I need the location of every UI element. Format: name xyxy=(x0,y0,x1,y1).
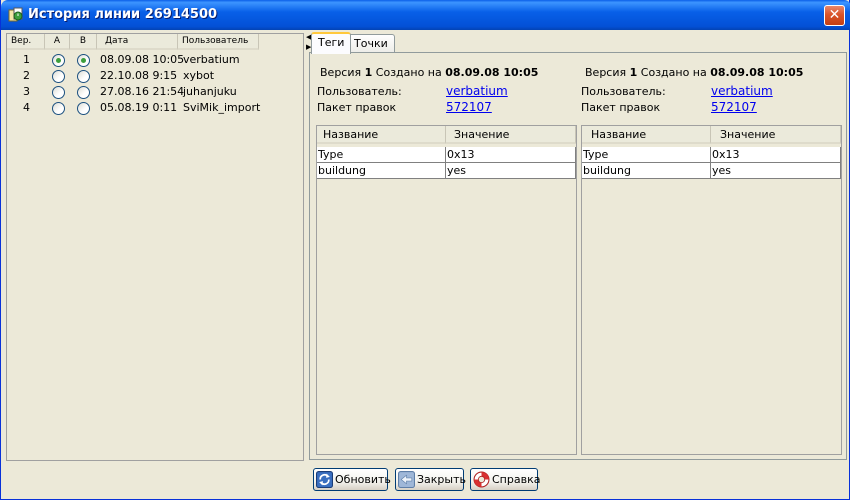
radio-a[interactable] xyxy=(52,54,65,67)
tag-key: Type xyxy=(317,147,446,162)
left-version-number: 1 xyxy=(364,66,373,79)
left-created-label: Создано на xyxy=(375,66,442,79)
version-history-list: Вер. A B Дата Пользователь 1 08.09.08 10… xyxy=(6,33,304,461)
radio-a[interactable] xyxy=(52,86,65,99)
row-version: 2 xyxy=(23,69,30,82)
tag-value: 0x13 xyxy=(446,147,576,162)
left-version-prefix: Версия xyxy=(320,66,362,79)
window-title: История линии 26914500 xyxy=(28,7,218,22)
row-date: 22.10.08 9:15 xyxy=(100,69,178,82)
history-window: История линии 26914500 ✕ Вер. A B Дата П… xyxy=(0,0,850,500)
row-user: juhanjuku xyxy=(183,85,237,98)
history-icon xyxy=(8,7,23,22)
left-changeset-label: Пакет правок xyxy=(317,101,397,114)
history-row[interactable]: 4 05.08.19 0:11 SviMik_import xyxy=(7,100,303,116)
row-user: SviMik_import xyxy=(183,101,261,114)
right-user-label: Пользователь: xyxy=(581,85,666,98)
tag-value: yes xyxy=(711,163,841,178)
right-column-header-name[interactable]: Название xyxy=(582,126,711,144)
left-user-label: Пользователь: xyxy=(317,85,402,98)
right-version-number: 1 xyxy=(629,66,638,79)
row-version: 3 xyxy=(23,85,30,98)
row-version: 1 xyxy=(23,53,30,66)
close-arrow-icon xyxy=(398,471,415,488)
close-button-label: Закрыть xyxy=(417,473,466,486)
left-column-header-name[interactable]: Название xyxy=(317,126,446,144)
right-changeset-link[interactable]: 572107 xyxy=(711,100,757,114)
window-close-button[interactable]: ✕ xyxy=(824,5,845,26)
tag-key: buildung xyxy=(317,163,446,178)
history-row[interactable]: 1 08.09.08 10:05 verbatium xyxy=(7,52,303,68)
left-created-date: 08.09.08 10:05 xyxy=(445,66,539,79)
row-user: verbatium xyxy=(183,53,240,66)
tag-value: yes xyxy=(446,163,576,178)
column-header-ver[interactable]: Вер. xyxy=(7,34,45,50)
column-header-a[interactable]: A xyxy=(45,34,70,50)
row-date: 05.08.19 0:11 xyxy=(100,101,178,114)
history-row[interactable]: 2 22.10.08 9:15 xybot xyxy=(7,68,303,84)
column-header-user[interactable]: Пользователь xyxy=(178,34,259,50)
table-row[interactable]: buildung yes xyxy=(582,163,841,179)
help-button-label: Справка xyxy=(492,473,541,486)
table-row[interactable]: buildung yes xyxy=(317,163,576,179)
left-user-link[interactable]: verbatium xyxy=(446,84,508,98)
close-button[interactable]: Закрыть xyxy=(395,468,466,491)
right-created-label: Создано на xyxy=(640,66,707,79)
tag-key: buildung xyxy=(582,163,711,178)
column-header-date[interactable]: Дата xyxy=(97,34,178,50)
title-bar[interactable]: История линии 26914500 ✕ xyxy=(1,0,850,30)
right-tags-table: Название Значение Type 0x13 buildung yes xyxy=(581,125,842,455)
table-row[interactable]: Type 0x13 xyxy=(582,147,841,163)
column-header-b[interactable]: B xyxy=(70,34,97,50)
left-version-header: Версия 1 Создано на 08.09.08 10:05 xyxy=(320,66,538,79)
help-button[interactable]: Справка xyxy=(470,468,541,491)
row-date: 27.08.16 21:54 xyxy=(100,85,185,98)
row-version: 4 xyxy=(23,101,30,114)
row-date: 08.09.08 10:05 xyxy=(100,53,185,66)
right-version-header: Версия 1 Создано на 08.09.08 10:05 xyxy=(585,66,803,79)
right-version-prefix: Версия xyxy=(585,66,627,79)
refresh-button[interactable]: Обновить xyxy=(313,468,391,491)
radio-a[interactable] xyxy=(52,102,65,115)
left-changeset-link[interactable]: 572107 xyxy=(446,100,492,114)
tag-key: Type xyxy=(582,147,711,162)
right-changeset-label: Пакет правок xyxy=(581,101,661,114)
table-row[interactable]: Type 0x13 xyxy=(317,147,576,163)
refresh-icon xyxy=(316,471,333,488)
tab-tags[interactable]: Теги xyxy=(311,32,352,54)
radio-b[interactable] xyxy=(77,70,90,83)
tab-points[interactable]: Точки xyxy=(347,34,395,54)
radio-a[interactable] xyxy=(52,70,65,83)
lifebuoy-icon xyxy=(473,471,490,488)
right-created-date: 08.09.08 10:05 xyxy=(710,66,804,79)
left-column-header-value[interactable]: Значение xyxy=(446,126,576,144)
radio-b[interactable] xyxy=(77,54,90,67)
radio-b[interactable] xyxy=(77,102,90,115)
refresh-button-label: Обновить xyxy=(335,473,391,486)
right-user-link[interactable]: verbatium xyxy=(711,84,773,98)
tag-value: 0x13 xyxy=(711,147,841,162)
right-column-header-value[interactable]: Значение xyxy=(711,126,841,144)
history-row[interactable]: 3 27.08.16 21:54 juhanjuku xyxy=(7,84,303,100)
row-user: xybot xyxy=(183,69,215,82)
left-tags-table: Название Значение Type 0x13 buildung yes xyxy=(316,125,577,455)
radio-b[interactable] xyxy=(77,86,90,99)
